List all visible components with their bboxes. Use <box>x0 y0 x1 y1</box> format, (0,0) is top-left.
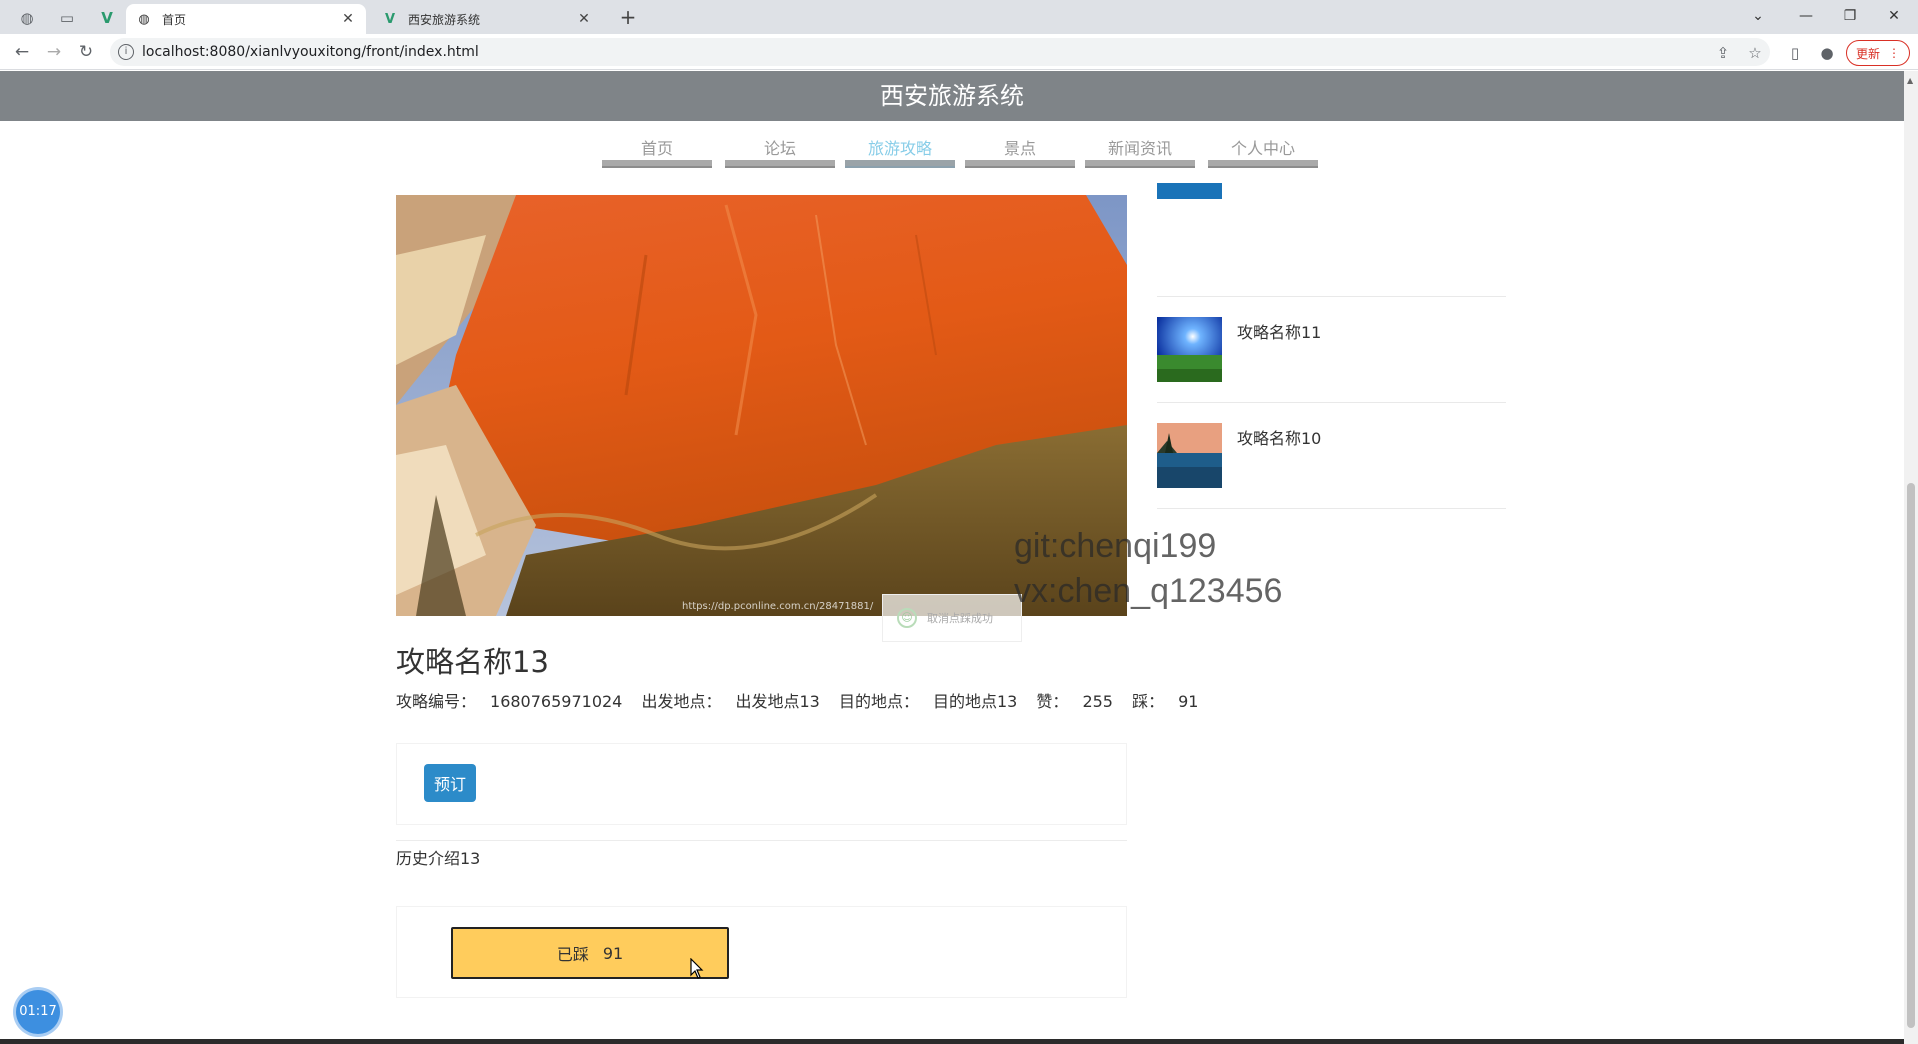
like-label: 赞： <box>1036 692 1069 711</box>
from-value: 出发地点13 <box>735 692 820 711</box>
nav-label: 旅游攻略 <box>867 139 932 158</box>
watermark-git: git:chenqi199 <box>1014 527 1217 565</box>
nav-forum[interactable]: 论坛 <box>725 121 835 183</box>
nav-label: 个人中心 <box>1230 139 1295 158</box>
tread-button-label: 已踩 <box>556 945 589 964</box>
nav-personal-center[interactable]: 个人中心 <box>1208 121 1318 183</box>
tab-home[interactable]: ◍ 首页 ✕ <box>126 4 366 34</box>
guide-thumbnail[interactable] <box>1157 317 1222 382</box>
site-info-icon[interactable]: i <box>118 44 134 60</box>
nav-label: 新闻资讯 <box>1107 139 1172 158</box>
tread-label: 踩： <box>1132 692 1165 711</box>
nav-underline <box>845 160 955 168</box>
main-nav: 首页 论坛 旅游攻略 景点 新闻资讯 个人中心 <box>0 121 1904 183</box>
page-viewport: 西安旅游系统 首页 论坛 旅游攻略 景点 新闻资讯 个人中心 https://d… <box>0 71 1918 1044</box>
sunset-lake-thumbnail <box>1157 423 1222 488</box>
guide-title: 攻略名称13 <box>396 645 549 679</box>
nav-travel-guide[interactable]: 旅游攻略 <box>845 121 955 183</box>
guide-thumbnail[interactable] <box>1157 423 1222 488</box>
tab-close-icon[interactable]: ✕ <box>340 11 356 27</box>
forward-arrow-icon[interactable]: → <box>42 40 66 64</box>
close-window-button[interactable]: ✕ <box>1874 2 1914 30</box>
vue-logo-icon: V <box>384 11 396 27</box>
tread-button-count: 91 <box>602 943 624 963</box>
to-label: 目的地点： <box>838 692 919 711</box>
image-source-text: https://dp.pconline.com.cn/28471881/ <box>682 601 874 612</box>
book-button[interactable]: 预订 <box>424 764 476 802</box>
site-title: 西安旅游系统 <box>0 71 1904 121</box>
globe-icon: ◍ <box>138 11 150 27</box>
smile-icon: ☺ <box>897 608 917 628</box>
toast-text: 取消点踩成功 <box>927 612 993 625</box>
nav-home[interactable]: 首页 <box>602 121 712 183</box>
nav-underline <box>1208 160 1318 168</box>
list-item[interactable]: 攻略名称11 <box>1157 317 1506 423</box>
tab-xian-travel[interactable]: V 西安旅游系统 ✕ <box>372 4 602 34</box>
divider <box>1157 296 1506 297</box>
guide-name[interactable]: 攻略名称11 <box>1237 319 1321 343</box>
from-label: 出发地点： <box>641 692 722 711</box>
tread-button[interactable]: 已踩 91 <box>451 927 729 979</box>
pinned-tab-globe-icon[interactable]: ◍ <box>14 6 40 30</box>
reaction-panel: 已踩 91 <box>396 906 1127 998</box>
nav-underline <box>725 160 835 168</box>
restore-button[interactable]: ❐ <box>1830 2 1870 30</box>
nav-label: 景点 <box>1003 139 1036 158</box>
back-arrow-icon[interactable]: ← <box>10 40 34 64</box>
code-label: 攻略编号： <box>396 692 477 711</box>
toast-message: ☺ 取消点踩成功 <box>882 594 1022 642</box>
side-panel-icon[interactable]: ▯ <box>1784 42 1806 64</box>
divider <box>1157 508 1506 509</box>
nav-underline <box>1085 160 1195 168</box>
address-url[interactable]: localhost:8080/xianlvyouxitong/front/ind… <box>142 44 479 60</box>
new-tab-button[interactable]: + <box>616 6 640 30</box>
guide-meta: 攻略编号： 1680765971024 出发地点： 出发地点13 目的地点： 目的地点… <box>396 688 1212 712</box>
bottom-strip <box>0 1039 1904 1044</box>
nav-attractions[interactable]: 景点 <box>965 121 1075 183</box>
divider <box>1157 402 1506 403</box>
update-label: 更新 <box>1855 46 1880 61</box>
scroll-up-arrow-icon[interactable]: ▲ <box>1907 76 1913 85</box>
scrollbar-thumb[interactable] <box>1907 483 1915 1028</box>
tab-search-button[interactable]: ⌄ <box>1738 2 1778 30</box>
booking-panel: 预订 <box>396 743 1127 825</box>
address-bar[interactable]: i localhost:8080/xianlvyouxitong/front/i… <box>110 38 1770 66</box>
update-button[interactable]: 更新 ⋮ <box>1846 40 1910 66</box>
minimize-button[interactable]: — <box>1786 2 1826 30</box>
page-scrollbar[interactable]: ▲ <box>1904 71 1918 1044</box>
share-icon[interactable]: ⇪ <box>1712 42 1734 64</box>
watermark-vx: vx:chen_q123456 <box>1014 572 1283 610</box>
history-intro: 历史介绍13 <box>396 849 481 868</box>
tab-title: 西安旅游系统 <box>408 12 481 27</box>
nav-news[interactable]: 新闻资讯 <box>1085 121 1195 183</box>
reload-icon[interactable]: ↻ <box>74 40 98 64</box>
tab-close-icon[interactable]: ✕ <box>576 11 592 27</box>
nav-label: 论坛 <box>763 139 796 158</box>
divider <box>396 840 1127 841</box>
nav-underline <box>602 160 712 168</box>
pinned-tab-vue-icon[interactable]: V <box>94 6 120 30</box>
bookmark-star-icon[interactable]: ☆ <box>1744 42 1766 64</box>
tab-title: 首页 <box>162 12 187 27</box>
tread-value: 91 <box>1178 692 1199 711</box>
profile-avatar-icon[interactable]: ● <box>1816 42 1838 64</box>
nav-underline <box>965 160 1075 168</box>
mouse-cursor-icon <box>690 958 704 979</box>
grass-sky-thumbnail <box>1157 317 1222 382</box>
nav-label: 首页 <box>640 139 673 158</box>
more-menu-icon: ⋮ <box>1888 46 1900 60</box>
browser-tabstrip: ◍ ▭ V ◍ 首页 ✕ V 西安旅游系统 ✕ + ⌄ — ❐ ✕ <box>0 0 1918 34</box>
browser-toolbar: ← → ↻ i localhost:8080/xianlvyouxitong/f… <box>0 34 1918 70</box>
to-value: 目的地点13 <box>932 692 1018 711</box>
list-item[interactable]: 攻略名称10 <box>1157 423 1506 529</box>
like-value: 255 <box>1082 692 1113 711</box>
guide-thumbnail[interactable] <box>1157 183 1222 199</box>
pinned-tab-blank-icon[interactable]: ▭ <box>54 6 80 30</box>
guide-name[interactable]: 攻略名称10 <box>1237 425 1321 449</box>
code-value: 1680765971024 <box>490 692 623 711</box>
recording-timer: 01:17 <box>16 990 60 1034</box>
